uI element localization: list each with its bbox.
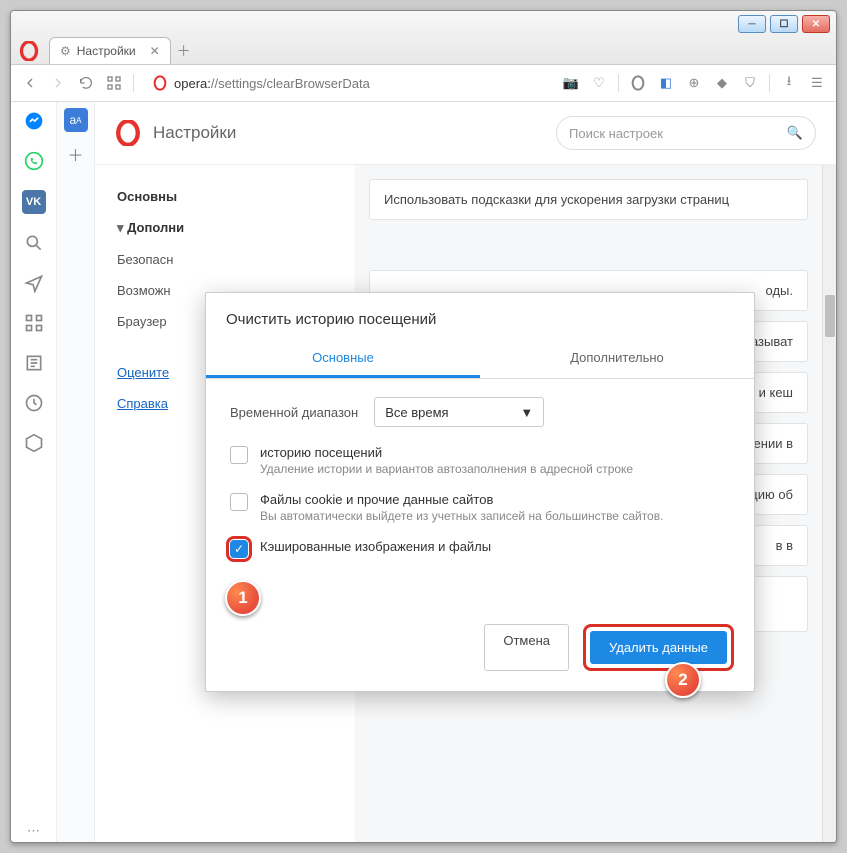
time-range-select[interactable]: Все время ▼ [374, 397, 544, 427]
tab-title: Настройки [77, 44, 136, 58]
new-tab-button[interactable]: ＋ [177, 41, 191, 61]
left-sidebar: VK ⋯ [11, 102, 57, 842]
setting-row[interactable]: Использовать подсказки для ускорения заг… [369, 179, 808, 220]
translate-shortcut-icon[interactable]: aA [64, 108, 88, 132]
browser-tab[interactable]: ⚙ Настройки ✕ [49, 37, 171, 64]
search-placeholder: Поиск настроек [569, 126, 663, 141]
checkbox-history[interactable] [230, 446, 248, 464]
highlight-clear-button: Удалить данные [583, 624, 734, 671]
scrollbar[interactable] [822, 165, 836, 842]
annotation-callout-2: 2 [665, 662, 701, 698]
menu-icon[interactable]: ☰ [808, 74, 826, 92]
search-icon[interactable] [23, 232, 45, 254]
vk-icon[interactable]: VK [22, 190, 46, 214]
news-icon[interactable] [23, 352, 45, 374]
divider [769, 74, 770, 92]
opera-favicon-icon [152, 75, 168, 91]
more-icon[interactable]: ⋯ [23, 820, 45, 842]
messenger-icon[interactable] [23, 110, 45, 132]
window-minimize-button[interactable]: ─ [738, 15, 766, 33]
gear-icon: ⚙ [60, 44, 71, 58]
dialog-tabs: Основные Дополнительно [206, 340, 754, 379]
browser-window: ─ ☐ ✕ ⚙ Настройки ✕ ＋ opera://settings/c… [10, 10, 837, 843]
nav-item-security[interactable]: Безопасн [95, 244, 355, 275]
annotation-callout-1: 1 [225, 580, 261, 616]
add-shortcut-button[interactable]: ＋ [67, 142, 83, 166]
time-range-label: Временной диапазон [230, 405, 358, 420]
forward-button[interactable] [49, 74, 67, 92]
download-icon[interactable]: ⭳ [780, 74, 798, 92]
back-button[interactable] [21, 74, 39, 92]
speed-dial-button[interactable] [105, 74, 123, 92]
opt-cookies-desc: Вы автоматически выйдете из учетных запи… [260, 509, 663, 523]
tab-basic[interactable]: Основные [206, 340, 480, 378]
nav-item-basic[interactable]: Основны [95, 181, 355, 212]
shield-icon[interactable]: ⛉ [741, 74, 759, 92]
opt-history-desc: Удаление истории и вариантов автозаполне… [260, 462, 633, 476]
url-text: opera://settings/clearBrowserData [174, 76, 370, 91]
divider [618, 74, 619, 92]
settings-search-input[interactable]: Поиск настроек 🔍 [556, 116, 816, 150]
opera-logo-icon [19, 41, 39, 61]
whatsapp-icon[interactable] [23, 150, 45, 172]
cancel-button[interactable]: Отмена [484, 624, 569, 671]
mini-rail: aA ＋ [57, 102, 95, 842]
scroll-thumb[interactable] [825, 295, 835, 337]
extensions-icon[interactable] [23, 432, 45, 454]
tab-close-button[interactable]: ✕ [150, 44, 160, 58]
speeddial-rail-icon[interactable] [23, 312, 45, 334]
page-title: Настройки [153, 123, 236, 143]
translate-icon[interactable]: ◧ [657, 74, 675, 92]
time-range-value: Все время [385, 405, 448, 420]
address-bar: opera://settings/clearBrowserData 📷 ♡ ◧ … [11, 65, 836, 102]
nav-item-advanced[interactable]: Дополни [95, 212, 355, 244]
clear-data-button[interactable]: Удалить данные [590, 631, 727, 664]
chevron-down-icon: ▼ [520, 405, 533, 420]
opera-logo-icon [115, 120, 141, 146]
opt-history-title: историю посещений [260, 445, 633, 460]
checkbox-cache[interactable]: ✓ [230, 540, 248, 558]
reload-button[interactable] [77, 74, 95, 92]
window-maximize-button[interactable]: ☐ [770, 15, 798, 33]
extension-icon[interactable]: ◆ [713, 74, 731, 92]
search-icon: 🔍 [787, 125, 803, 141]
opt-cookies-title: Файлы cookie и прочие данные сайтов [260, 492, 663, 507]
flow-icon[interactable] [23, 272, 45, 294]
bookmark-icon[interactable]: ♡ [590, 74, 608, 92]
opt-cache-title: Кэшированные изображения и файлы [260, 539, 491, 554]
checkbox-cookies[interactable] [230, 493, 248, 511]
window-close-button[interactable]: ✕ [802, 15, 830, 33]
opera-icon[interactable] [629, 74, 647, 92]
snapshot-icon[interactable]: 📷 [562, 74, 580, 92]
url-input[interactable]: opera://settings/clearBrowserData [144, 71, 552, 95]
clear-data-dialog: Очистить историю посещений Основные Допо… [205, 292, 755, 692]
dialog-title: Очистить историю посещений [206, 293, 754, 340]
divider [133, 74, 134, 92]
globe-icon[interactable]: ⊕ [685, 74, 703, 92]
titlebar: ─ ☐ ✕ ⚙ Настройки ✕ ＋ [11, 11, 836, 65]
history-icon[interactable] [23, 392, 45, 414]
tab-advanced[interactable]: Дополнительно [480, 340, 754, 378]
